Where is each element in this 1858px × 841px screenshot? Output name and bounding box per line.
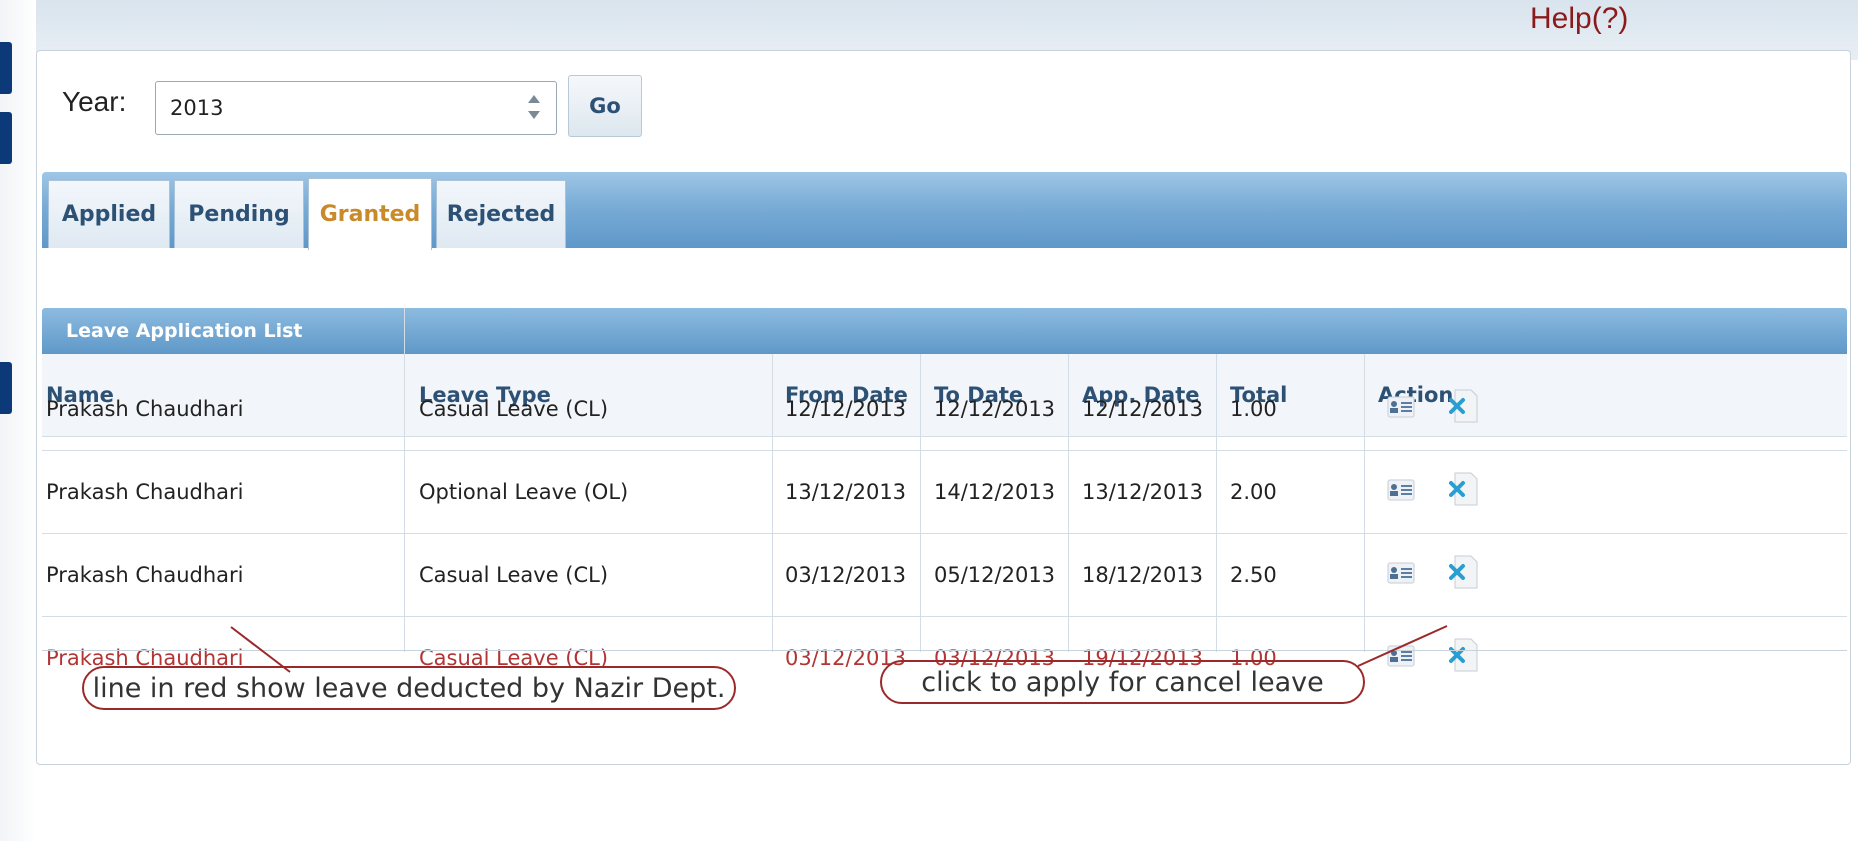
- annotation-pointer-lines: [230, 625, 1448, 673]
- red-line-annotation: line in red show leave deducted by Nazir…: [82, 666, 736, 710]
- cancel-leave-annotation: click to apply for cancel leave: [880, 660, 1365, 704]
